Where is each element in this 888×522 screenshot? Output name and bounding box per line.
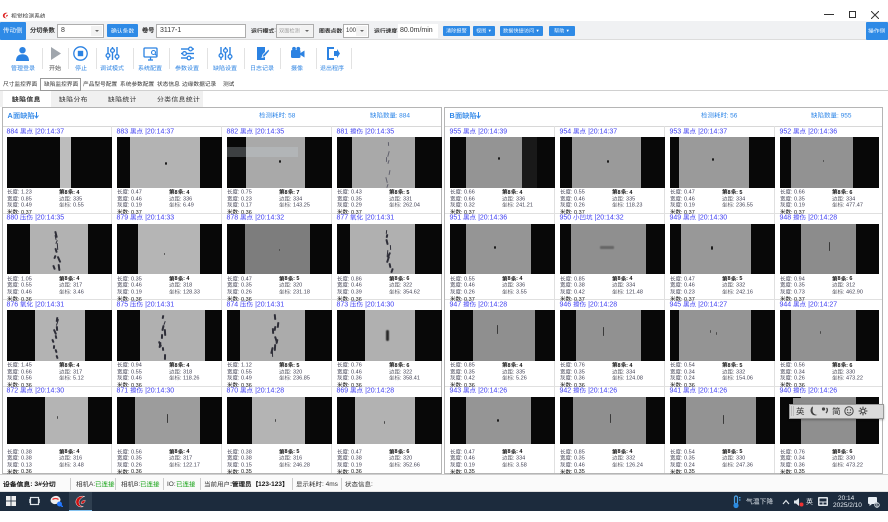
svg-text:6: 6 <box>876 502 879 507</box>
